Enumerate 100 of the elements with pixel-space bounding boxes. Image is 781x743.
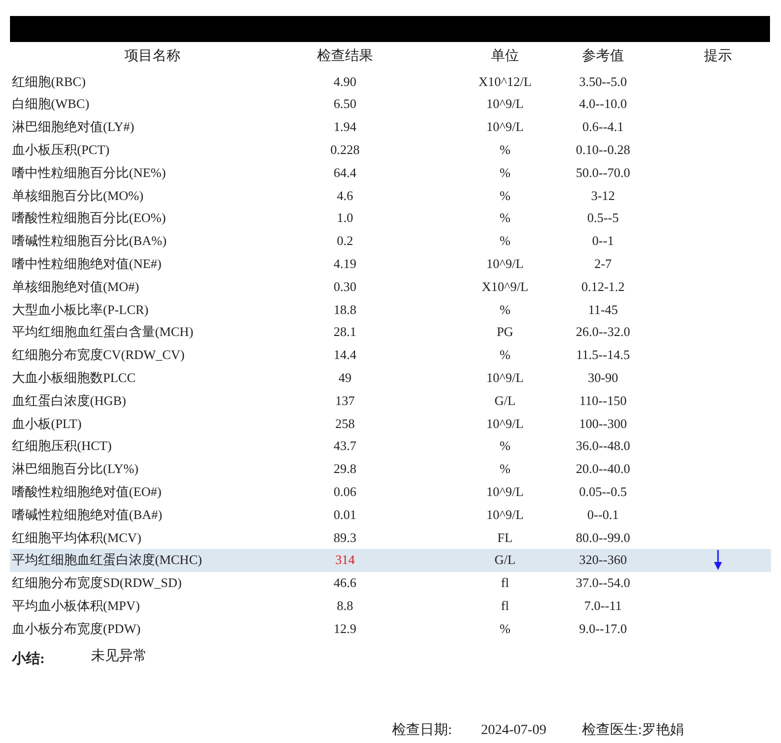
column-header: 检查结果 (316, 48, 374, 66)
reference-range: 0--0.1 (586, 506, 620, 524)
result-value: 29.8 (332, 460, 358, 478)
column-header: 提示 (703, 48, 733, 66)
reference-range: 9.0--17.0 (578, 620, 628, 638)
unit-text: 10^9/L (485, 482, 525, 501)
item-name: 嗜酸性粒细胞百分比(EO%) (11, 209, 167, 228)
item-name: 大血小板细胞数PLCC (11, 369, 137, 387)
reference-range: 20.0--40.0 (574, 460, 632, 478)
item-name: 淋巴细胞百分比(LY%) (11, 460, 140, 478)
result-value: 0.228 (329, 141, 361, 160)
reference-range: 50.0--70.0 (574, 164, 632, 182)
result-value: 46.6 (332, 574, 358, 592)
item-name: 嗜中性粒细胞绝对值(NE#) (11, 255, 162, 274)
result-value: 89.3 (332, 528, 358, 547)
unit-text: 10^9/L (485, 95, 525, 114)
result-value: 258 (334, 414, 356, 433)
unit-text: fl (500, 574, 510, 592)
result-value: 64.4 (332, 164, 358, 182)
reference-range: 0.05--0.5 (578, 482, 628, 501)
reference-range: 3-12 (590, 186, 616, 205)
result-value: 0.06 (332, 482, 358, 501)
unit-text: 10^9/L (485, 118, 525, 136)
doctor-name: 检查医生:罗艳娟 (582, 722, 684, 740)
unit-text: % (498, 209, 512, 228)
selected-row[interactable]: 平均红细胞血红蛋白浓度(MCHC) 314 G/L 320--360 (10, 548, 771, 572)
item-name: 红细胞压积(HCT) (11, 437, 113, 456)
item-name: 红细胞分布宽度SD(RDW_SD) (11, 574, 183, 592)
reference-range: 11.5--14.5 (575, 346, 631, 364)
result-value: 12.9 (332, 620, 358, 638)
unit-text: 10^9/L (485, 255, 525, 274)
unit-text: fl (500, 596, 510, 615)
reference-range: 2-7 (593, 255, 613, 274)
item-name: 血小板压积(PCT) (11, 141, 110, 160)
result-value: 18.8 (332, 300, 358, 319)
reference-range: 0.10--0.28 (574, 141, 632, 160)
reference-range: 0.5--5 (586, 209, 620, 228)
result-value: 8.8 (336, 596, 354, 615)
item-name: 平均红细胞血红蛋白浓度(MCHC) (11, 551, 203, 570)
unit-text: G/L (494, 551, 516, 570)
unit-text: X10^9/L (480, 278, 530, 296)
reference-range: 320--360 (578, 551, 628, 570)
reference-range: 80.0--99.0 (574, 528, 632, 547)
item-name: 单核细胞绝对值(MO#) (11, 278, 140, 296)
item-name: 红细胞平均体积(MCV) (11, 528, 142, 547)
reference-range: 26.0--32.0 (574, 323, 632, 342)
unit-text: % (498, 141, 512, 160)
reference-range: 36.0--48.0 (574, 437, 632, 456)
column-header: 项目名称 (124, 48, 182, 66)
reference-range: 100--300 (578, 414, 628, 433)
reference-range: 0.6--4.1 (581, 118, 625, 136)
unit-text: 10^9/L (485, 369, 525, 387)
unit-text: % (498, 232, 512, 250)
item-name: 嗜酸性粒细胞绝对值(EO#) (11, 482, 162, 501)
unit-text: % (498, 186, 512, 205)
unit-text: % (498, 346, 512, 364)
reference-range: 30-90 (586, 369, 620, 387)
result-value: 1.0 (336, 209, 354, 228)
unit-text: 10^9/L (485, 414, 525, 433)
item-name: 大型血小板比率(P-LCR) (11, 300, 150, 319)
reference-range: 110--150 (578, 392, 628, 410)
result-value: 0.01 (332, 506, 358, 524)
summary-label: 小结: (10, 650, 46, 669)
item-name: 平均红细胞血红蛋白含量(MCH) (11, 323, 194, 342)
item-name: 嗜中性粒细胞百分比(NE%) (11, 164, 167, 182)
column-header: 单位 (490, 48, 520, 66)
unit-text: 10^9/L (485, 506, 525, 524)
result-value: 4.19 (332, 255, 358, 274)
result-value: 0.2 (336, 232, 354, 250)
unit-text: % (498, 300, 512, 319)
item-name: 单核细胞百分比(MO%) (11, 186, 144, 205)
result-value: 49 (338, 369, 352, 387)
result-value: 14.4 (332, 346, 358, 364)
unit-text: % (498, 164, 512, 182)
result-value: 28.1 (332, 323, 358, 342)
item-name: 嗜碱性粒细胞百分比(BA%) (11, 232, 168, 250)
unit-text: % (498, 437, 512, 456)
item-name: 血小板(PLT) (11, 414, 83, 433)
unit-text: FL (496, 528, 514, 547)
item-name: 淋巴细胞绝对值(LY#) (11, 118, 136, 136)
result-value: 137 (334, 392, 356, 410)
unit-text: G/L (494, 392, 516, 410)
unit-text: % (498, 460, 512, 478)
unit-text: PG (496, 323, 514, 342)
column-header: 参考值 (581, 48, 625, 66)
result-value: 314 (334, 551, 356, 570)
item-name: 血红蛋白浓度(HGB) (11, 392, 128, 410)
unit-text: % (498, 620, 512, 638)
reference-range: 7.0--11 (583, 596, 623, 615)
result-value: 4.6 (336, 186, 354, 205)
summary-text: 未见异常 (91, 648, 147, 666)
item-name: 红细胞分布宽度CV(RDW_CV) (11, 346, 186, 364)
result-value: 43.7 (332, 437, 358, 456)
result-value: 0.30 (332, 278, 358, 296)
reference-range: 0--1 (591, 232, 615, 250)
reference-range: 4.0--10.0 (578, 95, 628, 114)
item-name: 红细胞(RBC) (11, 72, 87, 91)
reference-range: 37.0--54.0 (574, 574, 632, 592)
unit-text: X10^12/L (477, 72, 533, 91)
item-name: 白细胞(WBC) (11, 95, 90, 114)
